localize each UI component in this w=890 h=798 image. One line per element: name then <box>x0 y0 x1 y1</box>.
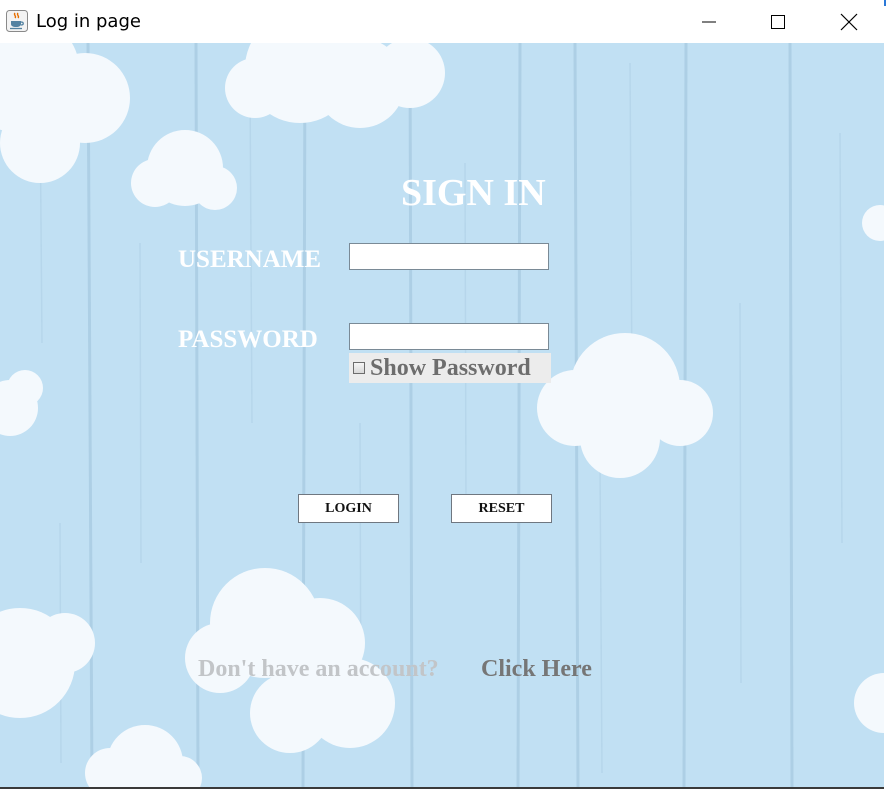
wood-clouds-background <box>0 43 884 787</box>
title-bar: Log in page <box>0 0 884 43</box>
username-label: USERNAME <box>178 246 322 273</box>
minimize-button[interactable] <box>686 0 732 43</box>
window-bottom-edge <box>0 787 884 789</box>
java-cup-icon <box>6 10 28 32</box>
close-icon <box>840 13 858 30</box>
show-password-checkbox[interactable]: Show Password <box>349 353 551 383</box>
close-button[interactable] <box>826 0 872 43</box>
password-label: PASSWORD <box>178 326 318 353</box>
reset-button[interactable]: RESET <box>451 494 552 523</box>
login-panel: SIGN IN USERNAME PASSWORD Show Password … <box>0 43 884 787</box>
checkbox-icon[interactable] <box>353 362 365 374</box>
minimize-icon <box>702 21 716 22</box>
window-edge-accent <box>884 0 886 6</box>
window-title: Log in page <box>36 11 141 32</box>
maximize-icon <box>771 14 785 29</box>
maximize-button[interactable] <box>755 0 801 43</box>
register-link[interactable]: Click Here <box>481 657 592 681</box>
window-edge <box>884 0 890 798</box>
no-account-prompt: Don't have an account? <box>198 656 439 682</box>
show-password-label: Show Password <box>370 355 531 381</box>
password-field[interactable] <box>349 323 549 350</box>
username-field[interactable] <box>349 243 549 270</box>
login-button[interactable]: LOGIN <box>298 494 399 523</box>
sign-in-heading: SIGN IN <box>401 172 546 214</box>
